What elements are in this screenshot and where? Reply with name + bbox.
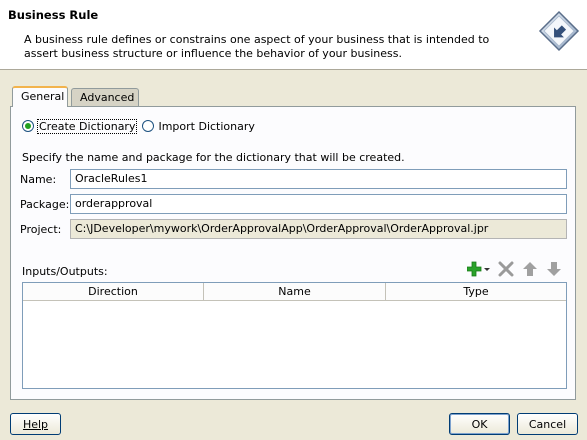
column-header-direction[interactable]: Direction xyxy=(23,283,204,300)
add-icon[interactable] xyxy=(467,261,491,277)
instruction-text: Specify the name and package for the dic… xyxy=(22,151,405,164)
column-header-name[interactable]: Name xyxy=(204,283,386,300)
name-label: Name: xyxy=(20,173,57,186)
column-header-type[interactable]: Type xyxy=(386,283,566,300)
name-field[interactable]: OracleRules1 xyxy=(70,169,567,189)
tab-advanced[interactable]: Advanced xyxy=(71,88,139,106)
create-dictionary-radio[interactable] xyxy=(22,120,34,132)
dialog-header: Business Rule A business rule defines or… xyxy=(0,0,587,70)
create-dictionary-label[interactable]: Create Dictionary xyxy=(36,118,138,134)
inputs-outputs-label: Inputs/Outputs: xyxy=(22,265,108,278)
radio-selected-dot xyxy=(25,123,31,129)
dictionary-mode-group: Create Dictionary Import Dictionary xyxy=(22,118,261,134)
package-field[interactable]: orderapproval xyxy=(70,194,567,214)
tab-general[interactable]: General xyxy=(12,86,68,107)
delete-icon[interactable] xyxy=(497,261,515,277)
move-down-icon[interactable] xyxy=(545,261,563,277)
table-header: Direction Name Type xyxy=(23,283,566,301)
import-dictionary-label[interactable]: Import Dictionary xyxy=(158,120,254,133)
move-up-icon[interactable] xyxy=(521,261,539,277)
ok-button[interactable]: OK xyxy=(449,413,510,435)
package-label: Package: xyxy=(20,198,70,211)
project-field: C:\JDeveloper\mywork\OrderApprovalApp\Or… xyxy=(70,219,567,239)
business-rule-diamond-icon xyxy=(538,10,580,52)
project-label: Project: xyxy=(20,223,62,236)
import-dictionary-radio[interactable] xyxy=(142,120,155,132)
inputs-outputs-table[interactable]: Direction Name Type xyxy=(22,282,567,389)
help-button-label: Help xyxy=(22,417,49,431)
dialog-description: A business rule defines or constrains on… xyxy=(24,33,490,60)
dialog-title: Business Rule xyxy=(8,8,99,22)
help-button[interactable]: Help xyxy=(10,413,61,435)
cancel-button[interactable]: Cancel xyxy=(517,413,578,435)
